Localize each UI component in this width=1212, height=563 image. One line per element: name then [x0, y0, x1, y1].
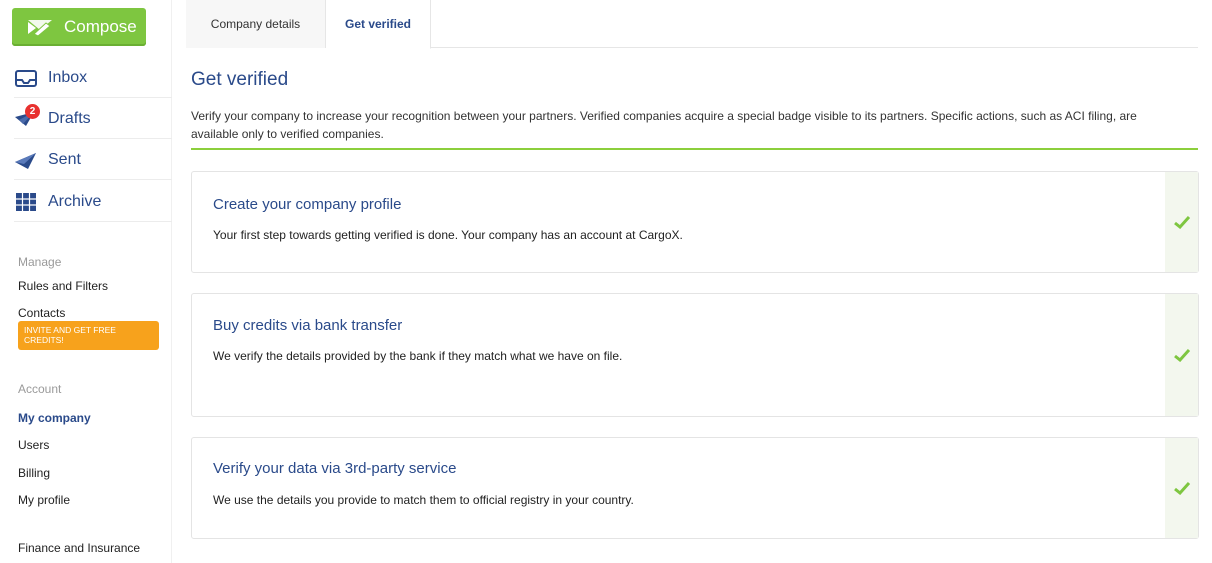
step-description: Your first step towards getting verified…: [213, 228, 683, 242]
page-title: Get verified: [191, 69, 289, 90]
drafts-count-badge: 2: [25, 103, 40, 119]
verification-step-card: Create your company profile Your first s…: [191, 171, 1199, 273]
checkmark-icon: [1173, 348, 1190, 362]
sidebar-link-my-company[interactable]: My company: [18, 411, 91, 425]
checkmark-icon: [1173, 481, 1190, 495]
step-title: Verify your data via 3rd-party service: [213, 460, 457, 477]
section-divider: [191, 148, 1198, 150]
manage-section-label: Manage: [18, 255, 62, 269]
step-title: Create your company profile: [213, 196, 402, 213]
sidebar-item-label: Drafts: [48, 109, 91, 127]
tab-bar: Company details Get verified: [186, 0, 1198, 49]
sidebar-item-sent[interactable]: Sent: [14, 140, 172, 180]
sidebar: Compose Inbox 2 Drafts Sent Archive Mana…: [0, 0, 172, 563]
tab-company-details[interactable]: Company details: [186, 0, 326, 48]
account-section-label: Account: [18, 382, 62, 396]
sidebar-item-label: Archive: [48, 192, 102, 210]
page-description: Verify your company to increase your rec…: [191, 109, 1137, 141]
main-content: Company details Get verified Get verifie…: [186, 0, 1200, 563]
inbox-icon: [14, 67, 38, 89]
compose-button[interactable]: Compose: [12, 8, 146, 46]
step-status: [1165, 172, 1198, 272]
sidebar-link-billing[interactable]: Billing: [18, 466, 50, 480]
verification-step-card: Buy credits via bank transfer We verify …: [191, 293, 1199, 417]
compose-label: Compose: [64, 17, 137, 36]
step-description: We use the details you provide to match …: [213, 493, 634, 507]
sidebar-link-rules-and-filters[interactable]: Rules and Filters: [18, 279, 108, 293]
archive-icon: [14, 191, 38, 213]
checkmark-icon: [1173, 215, 1190, 229]
sent-icon: [14, 149, 38, 171]
step-title: Buy credits via bank transfer: [213, 317, 403, 334]
sidebar-link-my-profile[interactable]: My profile: [18, 493, 70, 507]
sidebar-item-inbox[interactable]: Inbox: [14, 58, 172, 98]
sidebar-link-finance-and-insurance[interactable]: Finance and Insurance: [18, 541, 140, 555]
sidebar-item-drafts[interactable]: 2 Drafts: [14, 99, 172, 139]
sidebar-item-label: Sent: [48, 150, 81, 168]
step-status: [1165, 438, 1198, 538]
compose-icon: [26, 17, 54, 37]
sidebar-link-users[interactable]: Users: [18, 438, 49, 452]
tab-get-verified[interactable]: Get verified: [326, 0, 431, 49]
sidebar-item-archive[interactable]: Archive: [14, 182, 172, 222]
drafts-icon: 2: [14, 103, 40, 130]
verification-step-card: Verify your data via 3rd-party service W…: [191, 437, 1199, 539]
sidebar-link-contacts[interactable]: Contacts: [18, 306, 65, 320]
invite-credits-button[interactable]: INVITE AND GET FREE CREDITS!: [18, 321, 159, 350]
sidebar-item-label: Inbox: [48, 68, 88, 86]
step-status: [1165, 294, 1198, 416]
step-description: We verify the details provided by the ba…: [213, 349, 623, 363]
